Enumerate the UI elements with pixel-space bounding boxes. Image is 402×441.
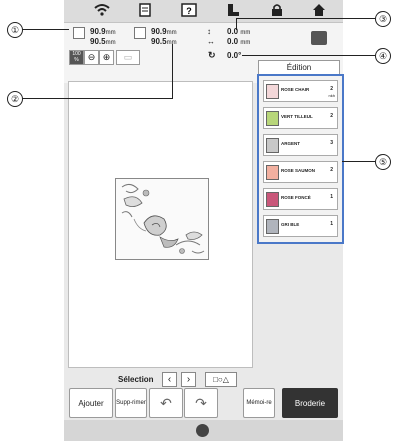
document-icon[interactable] [136,3,154,18]
wifi-icon[interactable] [93,3,111,18]
selection-label: Sélection [118,375,154,384]
thread-swatch [266,192,279,207]
callout-4: ④ [375,48,391,64]
delete-button[interactable]: Supp-rimer [115,388,147,418]
thread-swatch [266,111,279,126]
thread-item[interactable]: VERT TILLEUL 2 [263,107,338,129]
needle-position-icon[interactable] [196,424,209,437]
home-icon[interactable] [310,3,328,18]
callout-5: ⑤ [375,154,391,170]
undo-icon[interactable]: ↶ [149,388,183,418]
callout-4-line [242,55,375,56]
redo-icon[interactable]: ↷ [184,388,218,418]
zoom-out-icon[interactable]: ⊖ [84,50,99,65]
top-toolbar: ? [64,0,343,23]
thread-swatch [266,138,279,153]
svg-text:?: ? [186,6,192,16]
presser-foot-icon[interactable] [224,3,242,18]
camera-icon[interactable] [311,31,327,45]
thread-item[interactable]: ROSE FONCÉ 1 [263,188,338,210]
size-icon [73,27,85,39]
height-value: 90.5mm [90,37,116,46]
callout-2: ② [7,91,23,107]
add-button[interactable]: Ajouter [69,388,113,418]
embroidery-design[interactable] [115,178,209,260]
zoom-in-icon[interactable]: ⊕ [99,50,114,65]
help-icon[interactable]: ? [180,3,198,18]
callout-5-line [342,161,375,162]
callout-2-line-vertical [172,44,173,99]
scan-icon[interactable]: ▭ [116,50,140,65]
thread-swatch [266,165,279,180]
embroidery-button[interactable]: Broderie [282,388,338,418]
previous-button[interactable]: ‹ [162,372,177,387]
angle-value: 0.0° [227,51,242,60]
width-value: 90.9mm [90,27,116,36]
thread-color-list[interactable]: ROSE CHAIR 2 nkh VERT TILLEUL 2 ARGENT 3… [257,74,344,244]
pos-x-value: 0.0 mm [227,37,251,46]
bottom-bar [64,420,343,441]
total-size-icon [134,27,146,39]
callout-2-line [22,98,172,99]
next-button[interactable]: › [181,372,196,387]
thread-swatch [266,219,279,234]
thread-item[interactable]: ROSE SAUMON 2 [263,161,338,183]
thread-item[interactable]: GRI BLE 1 [263,215,338,237]
thread-item[interactable]: ARGENT 3 [263,134,338,156]
zoom-100-button[interactable]: 100 % [69,50,84,65]
callout-3-line-vertical [236,18,237,30]
thread-swatch [266,84,279,99]
callout-1: ① [7,22,23,38]
thread-item[interactable]: ROSE CHAIR 2 nkh [263,80,338,102]
callout-3-line [236,18,375,19]
pos-y-value: 0.0 mm [227,27,251,36]
shape-select-button[interactable]: □○△ [205,372,237,387]
vertical-arrow-icon: ↕ [207,27,211,36]
edition-tab[interactable]: Édition [258,60,340,75]
memory-button[interactable]: Mémoi-re [243,388,275,418]
lock-icon[interactable] [268,3,286,18]
horizontal-arrow-icon: ↔ [207,37,215,46]
width2-value: 90.9mm [151,27,177,36]
callout-3: ③ [375,11,391,27]
callout-1-line [22,29,69,30]
rotate-icon: ↻ [208,50,216,60]
